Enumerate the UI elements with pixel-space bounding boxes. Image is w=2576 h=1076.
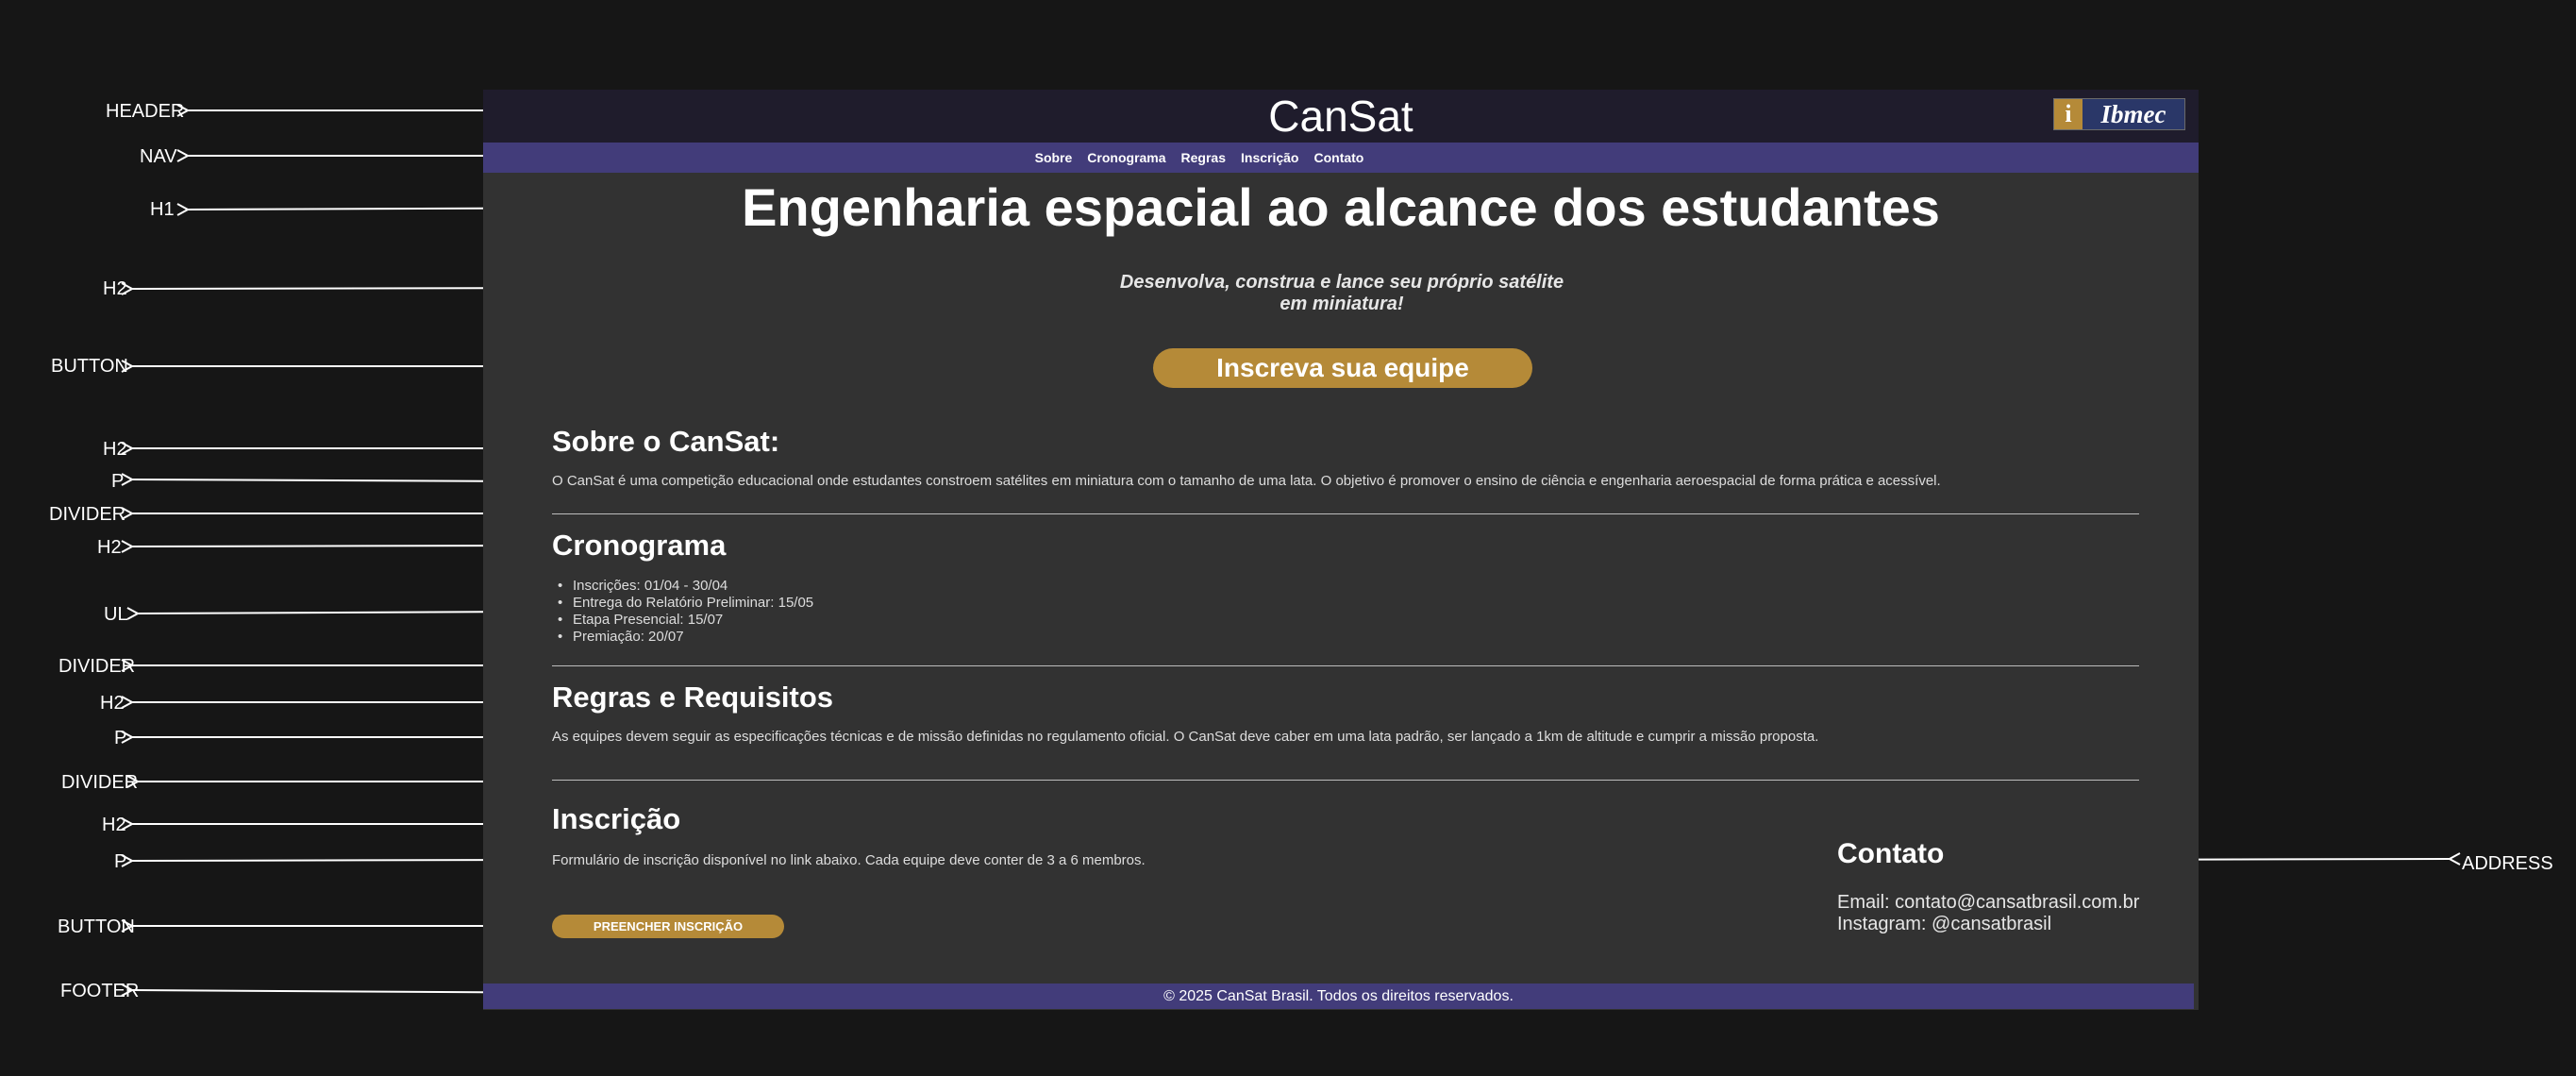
divider bbox=[552, 665, 2139, 666]
contact-instagram[interactable]: Instagram: @cansatbrasil bbox=[1837, 914, 2158, 935]
annotation-label-divider-1: DIVIDER bbox=[49, 504, 126, 525]
annotation-label-p-inscricao: P bbox=[114, 851, 127, 872]
nav-link-contato[interactable]: Contato bbox=[1306, 150, 1371, 165]
annotation-label-address: ADDRESS bbox=[2462, 853, 2553, 874]
site-title: CanSat bbox=[1268, 92, 1413, 141]
section-title-sobre: Sobre o CanSat: bbox=[552, 425, 780, 458]
logo-glyph: i bbox=[2065, 100, 2072, 127]
arrow-p-inscricao bbox=[132, 860, 528, 861]
nav-link-regras[interactable]: Regras bbox=[1174, 150, 1233, 165]
register-team-button[interactable]: Inscreva sua equipe bbox=[1153, 348, 1532, 388]
list-item: Inscrições: 01/04 - 30/04 bbox=[552, 578, 813, 595]
ibmec-logo[interactable]: i Ibmec bbox=[2053, 98, 2185, 130]
contact-email[interactable]: Email: contato@cansatbrasil.com.br bbox=[1837, 892, 2158, 914]
annotation-label-divider-3: DIVIDER bbox=[61, 772, 139, 793]
annotation-label-header: HEADER bbox=[106, 101, 185, 122]
annotation-label-h2-cronograma: H2 bbox=[97, 537, 122, 558]
section-title-regras: Regras e Requisitos bbox=[552, 681, 834, 714]
section-title-inscricao: Inscrição bbox=[552, 802, 681, 835]
section-text-inscricao: Formulário de inscrição disponível no li… bbox=[552, 852, 1146, 868]
annotation-label-p-sobre: P bbox=[111, 471, 125, 492]
section-title-cronograma: Cronograma bbox=[552, 529, 727, 562]
nav-list: Sobre Cronograma Regras Inscrição Contat… bbox=[1028, 150, 1372, 165]
main-nav: Sobre Cronograma Regras Inscrição Contat… bbox=[483, 143, 2199, 173]
annotation-label-h1: H1 bbox=[150, 199, 175, 220]
nav-link-inscricao[interactable]: Inscrição bbox=[1233, 150, 1306, 165]
annotation-label-nav: NAV bbox=[140, 146, 177, 167]
section-text-regras: As equipes devem seguir as especificaçõe… bbox=[552, 729, 1819, 745]
annotation-label-h2-inscricao: H2 bbox=[102, 815, 126, 835]
logo-text: Ibmec bbox=[2100, 99, 2166, 128]
nav-link-cronograma[interactable]: Cronograma bbox=[1079, 150, 1173, 165]
annotation-label-h2-regras: H2 bbox=[100, 693, 125, 714]
list-item: Etapa Presencial: 15/07 bbox=[552, 612, 813, 629]
arrow-ul bbox=[138, 612, 528, 614]
contact-title: Contato bbox=[1837, 838, 1945, 869]
logo-mark-icon: i bbox=[2054, 99, 2083, 129]
annotation-label-divider-2: DIVIDER bbox=[59, 656, 136, 677]
list-item: Premiação: 20/07 bbox=[552, 629, 813, 646]
arrow-p-sobre bbox=[132, 479, 528, 481]
annotation-label-ul: UL bbox=[104, 604, 128, 625]
page-frame: CanSat i Ibmec Sobre Cronograma Regras I… bbox=[483, 90, 2199, 1010]
annotation-label-footer: FOOTER bbox=[60, 981, 140, 1001]
section-text-sobre: O CanSat é uma competição educacional on… bbox=[552, 473, 1941, 489]
annotation-label-h2-sobre: H2 bbox=[103, 439, 127, 460]
annotation-label-h2-hero: H2 bbox=[103, 278, 127, 299]
nav-link-sobre[interactable]: Sobre bbox=[1028, 150, 1080, 165]
annotation-label-button-inscricao: BUTTON bbox=[58, 916, 135, 937]
hero-subtitle: Desenvolva, construa e lance seu próprio… bbox=[1119, 272, 1564, 314]
divider bbox=[552, 513, 2139, 514]
site-footer: © 2025 CanSat Brasil. Todos os direitos … bbox=[483, 984, 2194, 1009]
divider bbox=[552, 780, 2139, 781]
annotation-label-button-hero: BUTTON bbox=[51, 356, 128, 377]
fill-registration-button[interactable]: PREENCHER INSCRIÇÃO bbox=[552, 915, 784, 938]
hero-title: Engenharia espacial ao alcance dos estud… bbox=[742, 177, 1940, 237]
annotation-label-p-regras: P bbox=[114, 728, 127, 748]
schedule-list: Inscrições: 01/04 - 30/04 Entrega do Rel… bbox=[552, 578, 813, 646]
site-header: CanSat i Ibmec bbox=[483, 90, 2199, 143]
contact-address: Contato Email: contato@cansatbrasil.com.… bbox=[1837, 838, 2158, 935]
list-item: Entrega do Relatório Preliminar: 15/05 bbox=[552, 595, 813, 612]
